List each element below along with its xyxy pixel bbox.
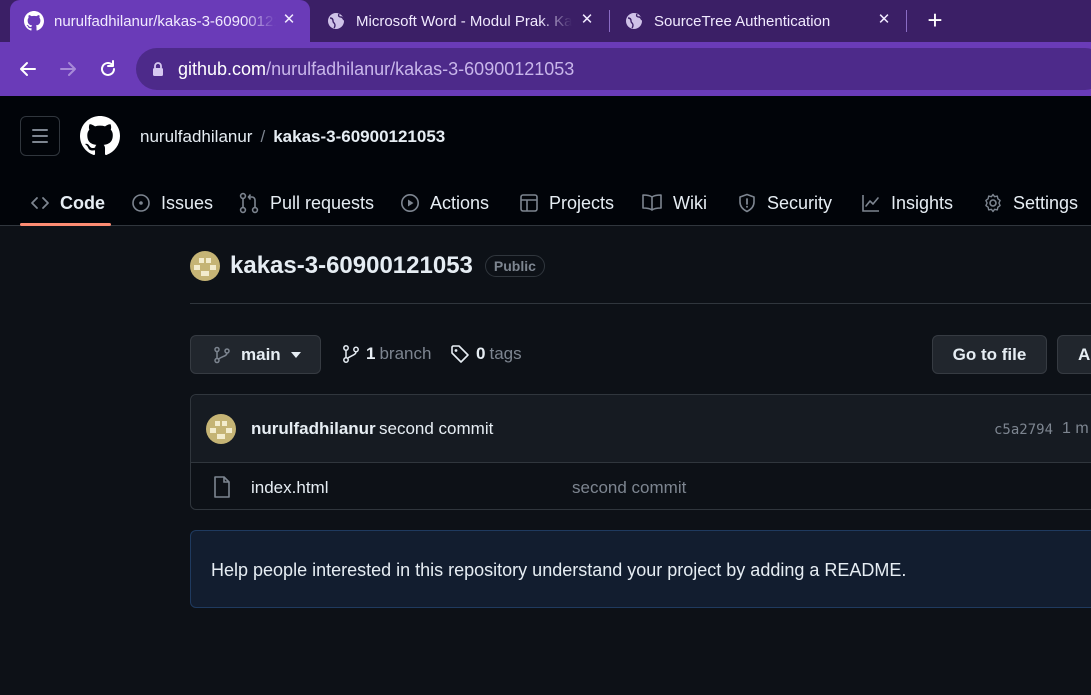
commit-message[interactable]: second commit [379,419,493,439]
tab-issues[interactable]: Issues [131,180,213,226]
tab-projects[interactable]: Projects [519,180,614,226]
book-icon [642,194,662,211]
file-row[interactable]: index.html second commit [191,463,1091,510]
tab-code[interactable]: Code [30,180,105,226]
code-icon [31,197,49,209]
tab-actions[interactable]: Actions [400,180,489,226]
browser-tab-strip: nurulfadhilanur/kakas-3-60900121053 ✕ Mi… [0,0,1091,42]
tab-label: Actions [430,192,490,213]
reload-icon [101,60,115,76]
repo-name-link[interactable]: kakas-3-60900121053 [230,252,473,280]
commit-age: 1 m [1062,420,1089,437]
branch-icon [343,345,359,363]
table-icon [520,194,538,212]
tab-insights[interactable]: Insights [861,180,953,226]
tab-label: Projects [549,192,615,213]
tab-github-repo[interactable]: nurulfadhilanur/kakas-3-60900121053 ✕ [10,0,310,42]
github-icon [24,11,44,31]
arrow-right-icon [60,62,76,76]
address-bar[interactable]: github.com/nurulfadhilanur/kakas-3-60900… [136,48,1091,90]
file-name-link[interactable]: index.html [251,478,328,498]
globe-icon [624,11,644,31]
new-tab-button[interactable]: + [922,7,948,34]
branch-icon [214,346,230,363]
add-file-button[interactable]: A [1057,335,1091,374]
github-header: nurulfadhilanur / kakas-3-60900121053 Code… [0,96,1091,226]
hamburger-icon [32,129,48,131]
tag-count: 0 [476,344,486,363]
file-listing: nurulfadhilanur second commit c5a2794 1 … [190,394,1091,510]
gear-icon [985,193,1001,213]
tab-wiki[interactable]: Wiki [641,180,707,226]
branches-link[interactable]: 1 branch [342,344,431,364]
back-button[interactable] [15,56,41,82]
arrow-left-icon [20,62,36,76]
branch-name: main [241,344,281,364]
tab-label: Issues [161,192,214,213]
latest-commit-row: nurulfadhilanur second commit c5a2794 1 … [191,395,1091,463]
tag-label: tags [489,344,522,363]
url-text: github.com/nurulfadhilanur/kakas-3-60900… [178,59,574,80]
tag-icon [451,345,469,363]
reload-button[interactable] [95,56,121,82]
globe-icon [326,11,346,31]
readme-prompt: Help people interested in this repositor… [190,530,1091,608]
breadcrumb-owner[interactable]: nurulfadhilanur [140,127,252,146]
tab-separator [906,10,907,32]
repo-title-row: kakas-3-60900121053 Public [190,250,545,282]
tab-settings[interactable]: Settings [983,180,1078,226]
caret-down-icon [290,351,301,358]
tab-label: Security [767,192,833,213]
shield-icon [739,193,755,213]
url-path: /nurulfadhilanur/kakas-3-60900121053 [266,59,575,79]
branch-count: 1 [366,344,376,363]
tab-security[interactable]: Security [737,180,832,226]
tab-title: Microsoft Word - Modul Prak. Kakas [356,12,572,30]
lock-icon [153,62,163,76]
avatar[interactable] [190,251,220,281]
menu-button[interactable] [20,116,60,156]
file-icon [214,476,230,498]
go-to-file-button[interactable]: Go to file [932,335,1047,374]
breadcrumb-separator: / [260,127,266,146]
commit-sha[interactable]: c5a2794 [994,422,1053,438]
branch-select-button[interactable]: main [190,335,321,374]
tab-label: Wiki [673,192,707,213]
play-icon [401,194,419,212]
readme-prompt-text: Help people interested in this repositor… [211,560,907,580]
selected-tab-indicator [20,223,111,226]
breadcrumb-repo[interactable]: kakas-3-60900121053 [273,127,445,146]
add-file-label: A [1078,344,1091,364]
tags-link[interactable]: 0 tags [450,344,522,364]
tab-title: nurulfadhilanur/kakas-3-60900121053 [54,12,276,30]
graph-icon [862,195,879,212]
tab-label: Pull requests [270,192,375,213]
repo-nav: Code Issues Pull requests Actions Projec… [0,180,1091,226]
file-commit-message[interactable]: second commit [572,478,686,498]
divider [190,303,1091,304]
forward-button[interactable] [55,56,81,82]
close-tab-icon[interactable]: ✕ [578,11,596,29]
tab-label: Insights [891,192,954,213]
visibility-badge: Public [484,255,545,277]
go-to-file-label: Go to file [952,344,1027,364]
issue-icon [132,194,150,212]
breadcrumb: nurulfadhilanur / kakas-3-60900121053 [140,127,445,147]
close-tab-icon[interactable]: ✕ [875,11,893,29]
tab-label: Code [60,192,105,213]
tab-title: SourceTree Authentication [654,12,831,30]
url-host: github.com [178,59,267,79]
close-tab-icon[interactable]: ✕ [280,11,298,29]
commit-author[interactable]: nurulfadhilanur [251,419,376,439]
branch-label: branch [379,344,432,363]
pull-request-icon [239,192,259,214]
tab-sourcetree-auth[interactable]: SourceTree Authentication ✕ [610,0,905,42]
tab-label: Settings [1013,192,1079,213]
github-logo-icon[interactable] [80,116,120,156]
tab-word-document[interactable]: Microsoft Word - Modul Prak. Kakas ✕ [312,0,608,42]
tab-pull-requests[interactable]: Pull requests [238,180,374,226]
avatar[interactable] [206,414,236,444]
